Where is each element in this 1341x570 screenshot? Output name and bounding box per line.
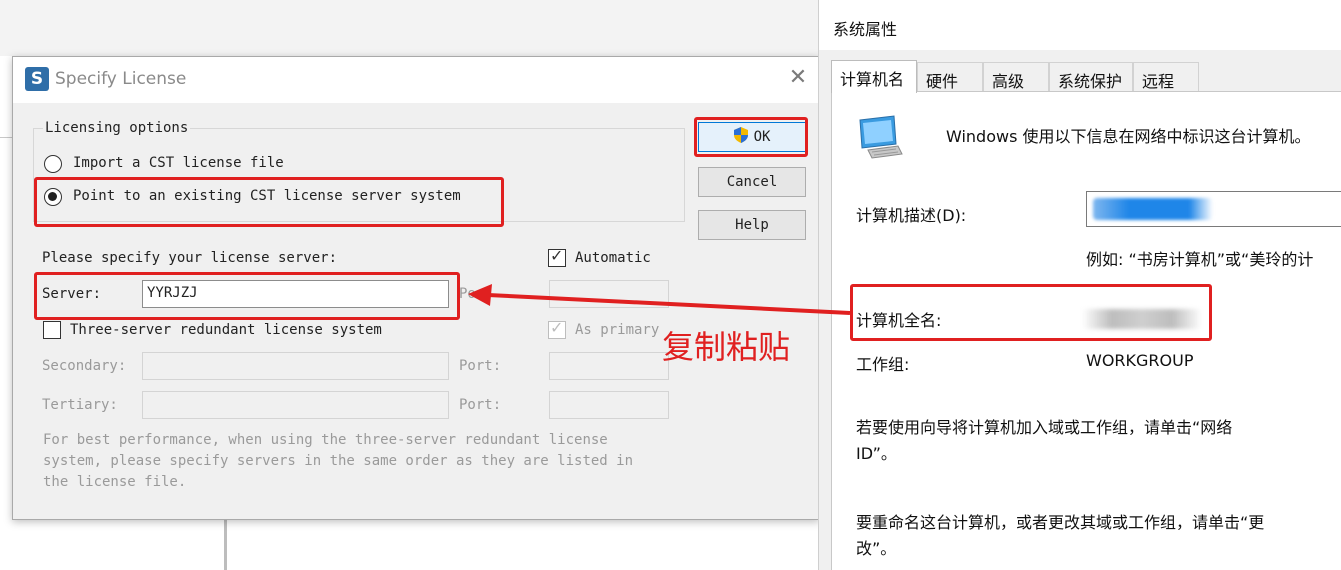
annotation-arrow bbox=[468, 284, 851, 315]
annotation-copy-paste: 复制粘贴 bbox=[662, 328, 791, 366]
screenshot-stage: S Specify License ✕ Licensing options Im… bbox=[0, 0, 1341, 570]
tab-computer-name[interactable]: 计算机名 bbox=[831, 60, 917, 93]
